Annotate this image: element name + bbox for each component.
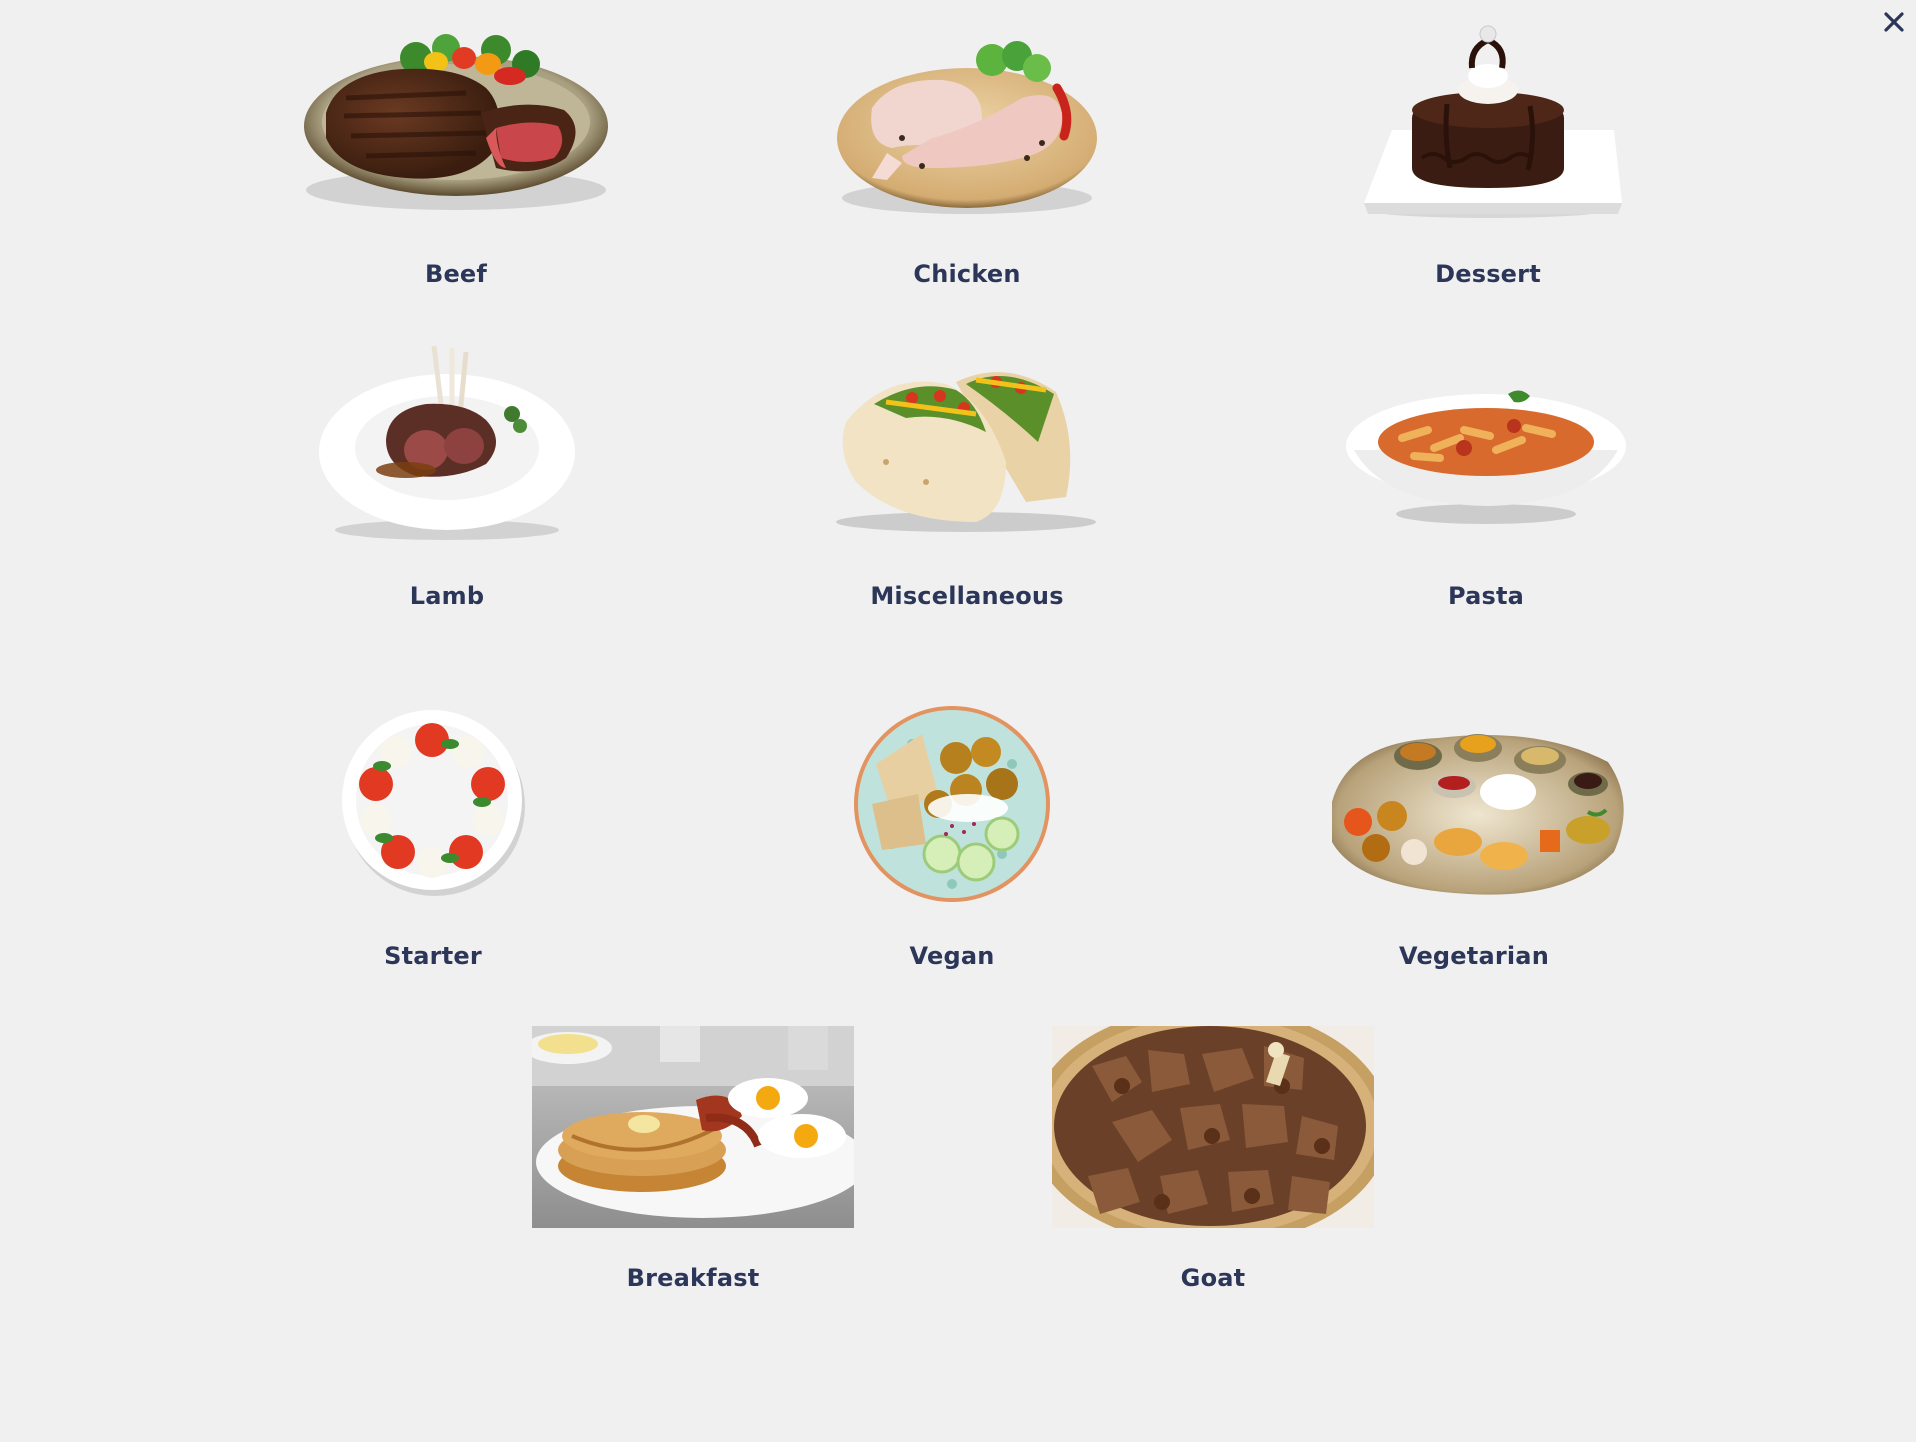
- tacos-icon: [836, 372, 1096, 532]
- raw-chicken-board-icon: [837, 41, 1097, 214]
- category-breakfast[interactable]: Breakfast: [532, 1026, 854, 1298]
- category-dessert[interactable]: Dessert: [1352, 18, 1624, 296]
- thali-platter-icon: [1332, 734, 1624, 895]
- category-label-lamb: Lamb: [409, 582, 485, 610]
- category-label-miscellaneous: Miscellaneous: [870, 582, 1064, 610]
- category-label-vegetarian: Vegetarian: [1398, 942, 1549, 970]
- category-vegetarian[interactable]: Vegetarian: [1318, 712, 1630, 974]
- category-label-chicken: Chicken: [913, 260, 1021, 288]
- category-starter[interactable]: Starter: [338, 706, 528, 974]
- category-chicken[interactable]: Chicken: [832, 18, 1102, 296]
- penne-bowl-icon: [1346, 390, 1626, 524]
- lamb-chops-plate-icon: [319, 345, 575, 540]
- category-miscellaneous[interactable]: Miscellaneous: [816, 362, 1118, 618]
- goat-curry-photo-icon: [1052, 1026, 1374, 1228]
- category-label-breakfast: Breakfast: [626, 1264, 760, 1292]
- category-label-goat: Goat: [1180, 1264, 1246, 1292]
- category-goat[interactable]: Goat: [1052, 1026, 1374, 1298]
- category-beef[interactable]: Beef: [296, 18, 616, 296]
- category-lamb[interactable]: Lamb: [316, 342, 578, 618]
- falafel-bowl-icon: [854, 706, 1050, 902]
- steak-plate-icon: [304, 34, 608, 210]
- category-pasta[interactable]: Pasta: [1344, 386, 1628, 618]
- chocolate-cake-plate-icon: [1364, 25, 1622, 218]
- category-label-starter: Starter: [384, 942, 482, 970]
- pancakes-eggs-photo-icon: [532, 1026, 854, 1228]
- category-label-pasta: Pasta: [1447, 582, 1525, 610]
- close-icon[interactable]: [1880, 8, 1908, 36]
- category-label-dessert: Dessert: [1435, 260, 1541, 288]
- caprese-plate-icon: [342, 710, 525, 896]
- category-label-vegan: Vegan: [909, 942, 995, 970]
- category-label-beef: Beef: [424, 260, 488, 288]
- category-vegan[interactable]: Vegan: [852, 704, 1052, 974]
